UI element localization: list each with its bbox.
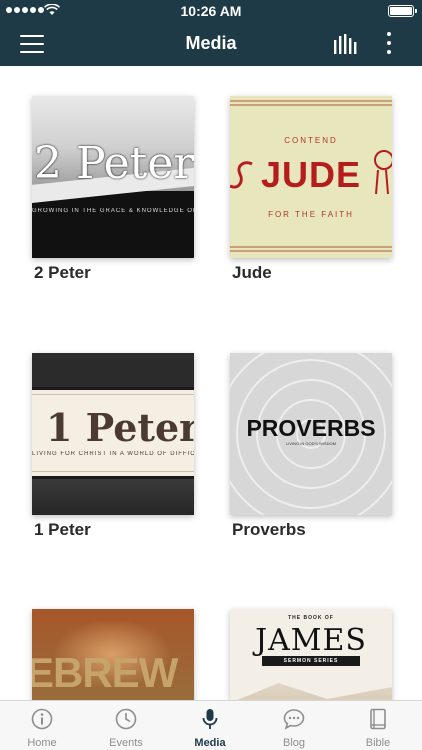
artwork-badge: SERMON SERIES <box>262 656 360 666</box>
tab-label: Bible <box>365 737 391 749</box>
tab-blog[interactable]: Blog <box>252 701 336 750</box>
navigation-bar: Media <box>0 22 422 66</box>
tab-events[interactable]: Events <box>84 701 168 750</box>
artwork-top-text: THE BOOK OF <box>288 615 334 621</box>
media-item-title[interactable]: 2 Peter <box>34 263 91 283</box>
tab-label: Home <box>27 737 57 749</box>
more-options-icon[interactable] <box>382 32 396 56</box>
clock-icon <box>115 708 137 730</box>
tab-bar: Home Events Media Blog Bible <box>0 700 422 750</box>
tab-bible[interactable]: Bible <box>336 701 420 750</box>
artwork-subtitle: LIVING FOR CHRIST IN A WORLD OF DIFFICUL… <box>32 451 194 457</box>
media-item-title[interactable]: 1 Peter <box>34 520 91 540</box>
tab-label: Events <box>109 737 143 749</box>
media-item-title[interactable]: Proverbs <box>232 520 306 540</box>
artwork-title: JAMES <box>255 623 367 658</box>
artwork-title: EBREW <box>32 649 178 696</box>
media-item-title[interactable]: Jude <box>232 263 272 283</box>
audio-bars-icon[interactable] <box>333 34 357 54</box>
series-artwork[interactable]: PROVERBS LIVING IN GOD'S WISDOM <box>230 353 392 515</box>
page-title: Media <box>185 33 237 53</box>
tab-media[interactable]: Media <box>168 701 252 750</box>
artwork-subtitle: GROWING IN THE GRACE & KNOWLEDGE OF CHRI… <box>32 208 194 214</box>
media-grid: 2 Peter GROWING IN THE GRACE & KNOWLEDGE… <box>0 66 422 700</box>
microphone-icon <box>202 709 218 729</box>
status-bar: 10:26 AM <box>0 0 422 22</box>
series-artwork[interactable]: 1 Peter LIVING FOR CHRIST IN A WORLD OF … <box>32 353 194 515</box>
series-artwork[interactable]: CONTEND JUDE FOR THE FAITH <box>230 96 392 258</box>
battery-icon <box>388 5 417 17</box>
chat-bubble-icon <box>283 709 305 730</box>
artwork-title: 1 Peter <box>46 405 194 450</box>
tab-label: Media <box>194 737 226 749</box>
artwork-subtitle: LIVING IN GOD'S WISDOM <box>286 441 336 446</box>
artwork-title: PROVERBS <box>246 415 376 441</box>
artwork-title: 2 Peter <box>34 138 194 189</box>
artwork-title: JUDE <box>260 154 362 195</box>
tab-label: Blog <box>282 737 306 749</box>
status-time: 10:26 AM <box>180 3 242 19</box>
tab-home[interactable]: Home <box>0 701 84 750</box>
series-artwork[interactable]: 2 Peter GROWING IN THE GRACE & KNOWLEDGE… <box>32 96 194 258</box>
info-icon <box>31 708 53 730</box>
series-artwork[interactable]: THE BOOK OF JAMES SERMON SERIES <box>230 609 392 700</box>
book-icon <box>370 708 386 730</box>
artwork-bottom-text: FOR THE FAITH <box>268 210 354 219</box>
artwork-top-text: CONTEND <box>284 136 338 145</box>
series-artwork[interactable]: EBREW <box>32 609 194 700</box>
